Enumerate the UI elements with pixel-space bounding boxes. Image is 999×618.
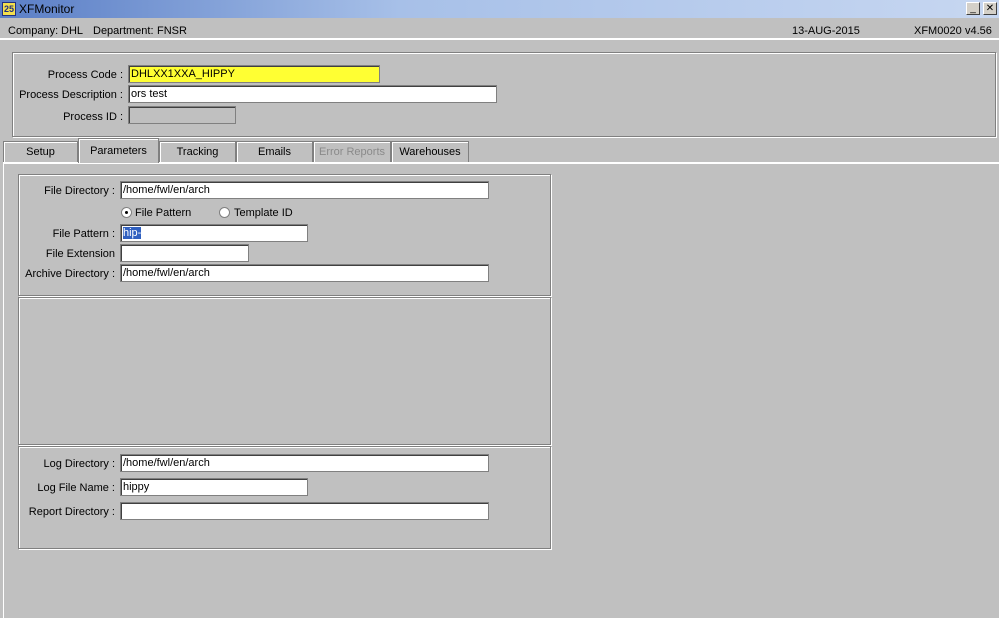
- template-id-radio[interactable]: [219, 207, 230, 218]
- process-description-field[interactable]: ors test: [128, 85, 497, 103]
- report-directory-field[interactable]: [120, 502, 489, 520]
- window-title: XFMonitor: [19, 2, 75, 16]
- date-value: 13-AUG-2015: [792, 25, 860, 37]
- file-directory-label: File Directory :: [44, 185, 115, 197]
- process-id-field: [128, 106, 236, 124]
- archive-directory-label: Archive Directory :: [25, 268, 115, 280]
- title-bar: [0, 0, 999, 18]
- department-value: FNSR: [157, 25, 187, 37]
- tab-parameters[interactable]: Parameters: [78, 138, 159, 163]
- form-id: XFM0020: [914, 25, 962, 37]
- process-code-label: Process Code :: [47, 69, 123, 81]
- archive-directory-field[interactable]: /home/fwl/en/arch: [120, 264, 489, 282]
- file-directory-field[interactable]: /home/fwl/en/arch: [120, 181, 489, 199]
- process-id-label: Process ID :: [63, 111, 123, 123]
- company-label: Company:: [8, 25, 59, 37]
- version: v4.56: [965, 25, 992, 37]
- tab-error-reports: Error Reports: [313, 141, 391, 162]
- report-directory-label: Report Directory :: [28, 506, 115, 518]
- process-code-field[interactable]: DHLXX1XXA_HIPPY: [128, 65, 380, 83]
- tab-warehouses[interactable]: Warehouses: [391, 141, 469, 162]
- file-extension-label: File Extension: [45, 248, 115, 260]
- close-button[interactable]: ✕: [983, 2, 997, 15]
- status-row: Company: DHL Department: FNSR 13-AUG-201…: [0, 20, 999, 40]
- company-value: DHL: [61, 25, 84, 37]
- log-file-name-field[interactable]: hippy: [120, 478, 308, 496]
- file-pattern-field[interactable]: hip-: [120, 224, 308, 242]
- tab-tracking[interactable]: Tracking: [159, 141, 236, 162]
- process-description-label: Process Description :: [19, 89, 123, 101]
- file-pattern-radio-label: File Pattern: [135, 207, 192, 219]
- app-icon: 25: [2, 2, 16, 16]
- file-extension-field[interactable]: [120, 244, 249, 262]
- log-directory-field[interactable]: /home/fwl/en/arch: [120, 454, 489, 472]
- template-id-radio-label: Template ID: [234, 207, 293, 219]
- tab-setup[interactable]: Setup: [3, 141, 78, 162]
- log-file-name-label: Log File Name :: [37, 482, 115, 494]
- log-directory-label: Log Directory :: [43, 458, 115, 470]
- tab-emails[interactable]: Emails: [236, 141, 313, 162]
- department-label: Department:: [93, 25, 154, 37]
- file-pattern-selected-text: hip-: [123, 227, 142, 239]
- empty-panel: [18, 297, 551, 445]
- file-pattern-radio[interactable]: [121, 207, 132, 218]
- minimize-button[interactable]: _: [966, 2, 980, 15]
- file-pattern-label: File Pattern :: [52, 228, 115, 240]
